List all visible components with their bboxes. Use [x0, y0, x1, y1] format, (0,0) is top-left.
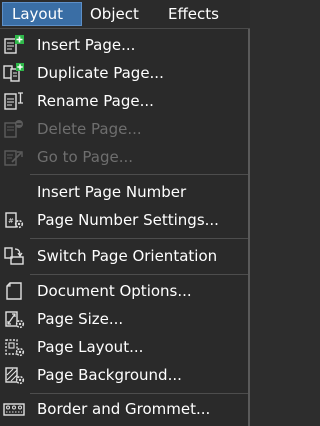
- menu-object[interactable]: Object: [90, 2, 156, 26]
- menu-item-label: Rename Page...: [37, 92, 154, 110]
- menu-item-label: Delete Page...: [37, 120, 142, 138]
- menu-effects[interactable]: Effects: [168, 2, 238, 26]
- menu-item-border-and-grommet[interactable]: Border and Grommet...: [0, 396, 248, 422]
- menu-item-label: Insert Page Number: [37, 183, 187, 201]
- menu-bar: Layout Object Effects: [0, 0, 250, 29]
- page-size-icon: [5, 311, 25, 329]
- menu-separator: [30, 393, 248, 394]
- rename-page-icon: [4, 92, 23, 110]
- menu-item-insert-page[interactable]: Insert Page...: [0, 32, 248, 58]
- menu-item-label: Document Options...: [37, 282, 192, 300]
- menu-item-duplicate-page[interactable]: Duplicate Page...: [0, 60, 248, 86]
- menu-item-label: Go to Page...: [37, 148, 134, 166]
- menu-item-document-options[interactable]: Document Options...: [0, 278, 248, 304]
- menu-item-label: Insert Page...: [37, 36, 136, 54]
- menu-item-page-number-settings[interactable]: # Page Number Settings...: [0, 207, 248, 233]
- page-number-settings-icon: #: [5, 212, 24, 229]
- menu-item-label: Page Number Settings...: [37, 211, 219, 229]
- menu-item-label: Switch Page Orientation: [37, 247, 218, 265]
- menu-item-label: Page Size...: [37, 310, 124, 328]
- menu-item-switch-page-orientation[interactable]: Switch Page Orientation: [0, 243, 248, 269]
- delete-page-icon: [4, 120, 23, 138]
- go-to-page-icon: [4, 150, 23, 166]
- menu-item-rename-page[interactable]: Rename Page...: [0, 88, 248, 114]
- menu-item-go-to-page[interactable]: Go to Page...: [0, 144, 248, 170]
- menu-item-label: Page Background...: [37, 366, 182, 384]
- menu-item-label: Border and Grommet...: [37, 400, 211, 418]
- insert-page-icon: [4, 35, 24, 54]
- menu-item-label: Duplicate Page...: [37, 64, 164, 82]
- menu-item-insert-page-number[interactable]: Insert Page Number: [0, 179, 248, 205]
- menu-item-page-background[interactable]: Page Background...: [0, 362, 248, 388]
- menu-separator: [30, 274, 248, 275]
- menu-item-page-layout[interactable]: Page Layout...: [0, 334, 248, 360]
- page-layout-icon: [5, 339, 25, 357]
- duplicate-page-icon: [3, 63, 24, 82]
- border-grommet-icon: [3, 403, 25, 416]
- page-background-icon: [5, 367, 25, 385]
- svg-text:#: #: [8, 217, 14, 225]
- menu-separator: [30, 174, 248, 175]
- menu-item-delete-page[interactable]: Delete Page...: [0, 116, 248, 142]
- menu-layout[interactable]: Layout: [2, 2, 82, 26]
- switch-orientation-icon: [4, 247, 24, 265]
- menu-separator: [30, 238, 248, 239]
- document-options-icon: [6, 282, 22, 300]
- menu-item-label: Page Layout...: [37, 338, 144, 356]
- menu-item-page-size[interactable]: Page Size...: [0, 306, 248, 332]
- layout-dropdown-menu: Insert Page... Duplicate Page... Rename …: [0, 29, 250, 426]
